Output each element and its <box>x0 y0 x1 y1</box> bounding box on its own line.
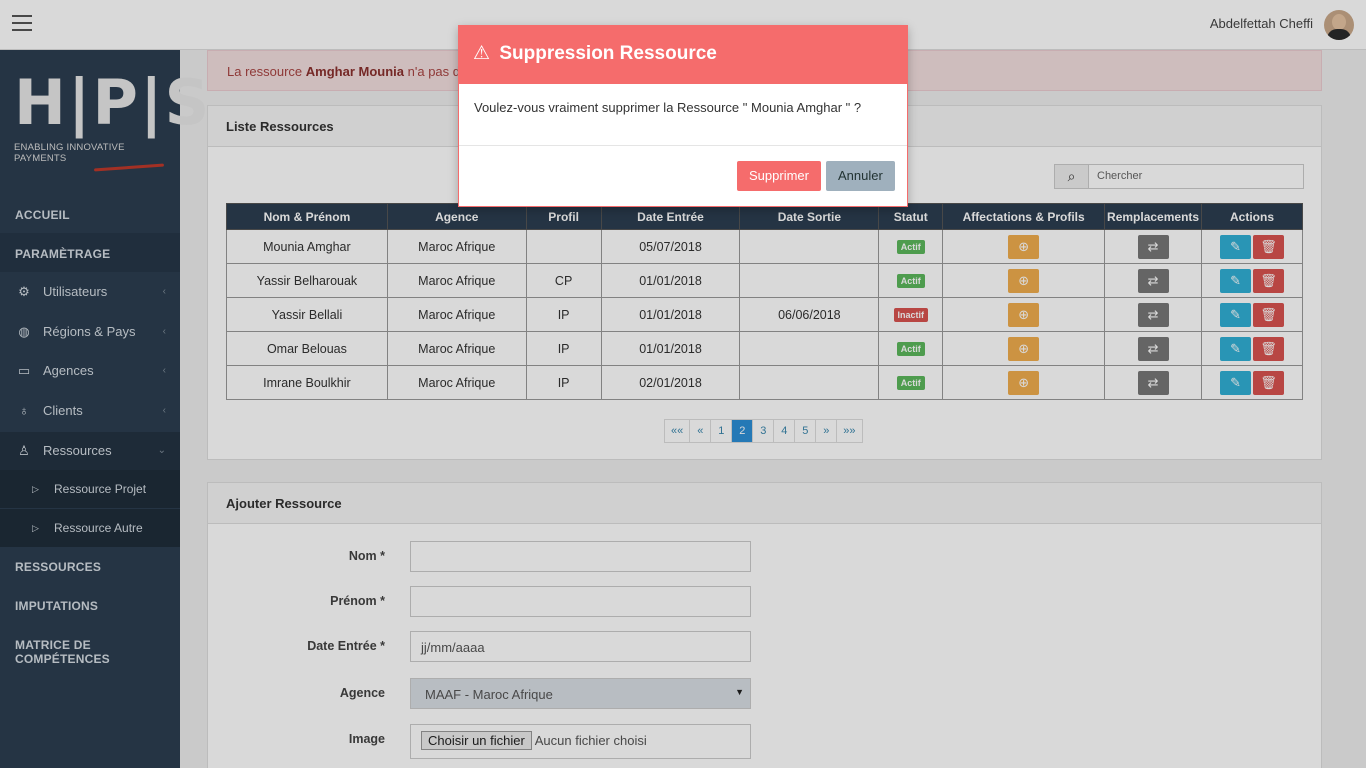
delete-modal: ⚠ Suppression Ressource Voulez-vous vrai… <box>458 25 908 207</box>
modal-title: Suppression Ressource <box>499 43 717 64</box>
modal-header: ⚠ Suppression Ressource <box>459 26 907 84</box>
warning-icon: ⚠ <box>473 43 491 64</box>
annuler-button[interactable]: Annuler <box>826 161 895 191</box>
modal-message: Voulez-vous vraiment supprimer la Ressou… <box>459 84 907 146</box>
modal-footer: Supprimer Annuler <box>459 146 907 206</box>
supprimer-button[interactable]: Supprimer <box>737 161 821 191</box>
